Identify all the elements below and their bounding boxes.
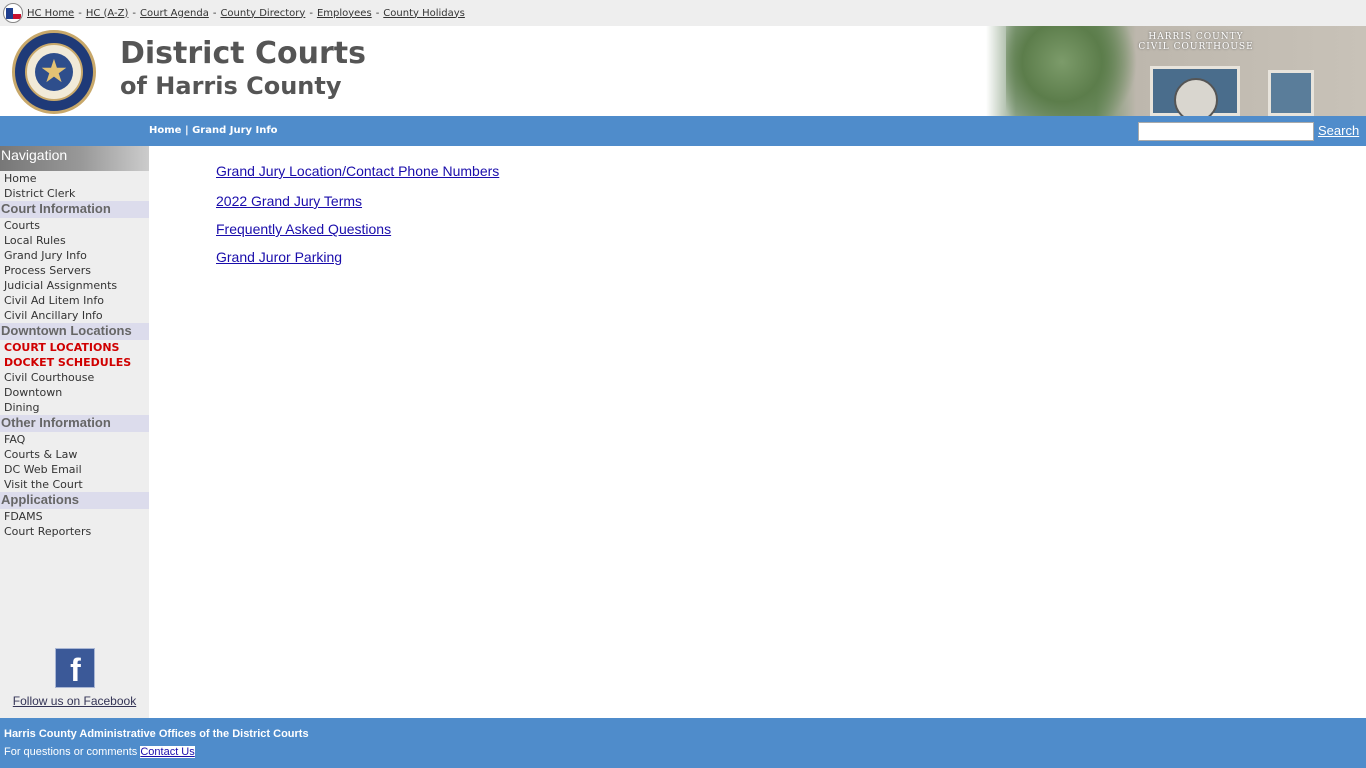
separator: -	[375, 7, 380, 19]
sidebar-item-court-locations[interactable]: COURT LOCATIONS	[0, 340, 149, 355]
courthouse-plaque: HARRIS COUNTY CIVIL COURTHOUSE	[1136, 32, 1256, 52]
sidebar-item-courts[interactable]: Courts	[0, 218, 149, 233]
sidebar-item-civil-ad-litem-info[interactable]: Civil Ad Litem Info	[0, 293, 149, 308]
window-image	[1268, 70, 1314, 116]
breadcrumb: Home | Grand Jury Info	[149, 125, 278, 136]
county-directory-link[interactable]: County Directory	[220, 8, 305, 19]
faq-link[interactable]: Frequently Asked Questions	[216, 221, 391, 237]
sidebar-heading: Navigation	[0, 146, 149, 171]
separator: -	[132, 7, 137, 19]
sidebar-section-downtown-locations: Downtown Locations	[0, 323, 149, 340]
sidebar-item-home[interactable]: Home	[0, 171, 149, 186]
sidebar-item-fdams[interactable]: FDAMS	[0, 509, 149, 524]
sidebar-item-grand-jury-info[interactable]: Grand Jury Info	[0, 248, 149, 263]
search-button[interactable]: Search	[1318, 123, 1359, 138]
breadcrumb-bar: Home | Grand Jury Info Search	[0, 116, 1366, 146]
courthouse-photo: HARRIS COUNTY CIVIL COURTHOUSE	[986, 26, 1366, 116]
facebook-block: f Follow us on Facebook	[0, 648, 149, 708]
sidebar-item-dc-web-email[interactable]: DC Web Email	[0, 462, 149, 477]
sidebar-section-applications: Applications	[0, 492, 149, 509]
footer-contact-prefix: For questions or comments	[4, 746, 138, 758]
facebook-follow-link[interactable]: Follow us on Facebook	[0, 694, 149, 708]
sidebar-item-district-clerk[interactable]: District Clerk	[0, 186, 149, 201]
clock-image	[1174, 78, 1218, 116]
county-holidays-link[interactable]: County Holidays	[383, 8, 465, 19]
sidebar-item-civil-courthouse[interactable]: Civil Courthouse	[0, 370, 149, 385]
hc-a-z-link[interactable]: HC (A-Z)	[86, 8, 129, 19]
top-links-bar: HC Home - HC (A-Z) - Court Agenda - Coun…	[0, 0, 1366, 26]
sidebar-section-other-information: Other Information	[0, 415, 149, 432]
site-header: ★ District Courts of Harris County HARRI…	[0, 26, 1366, 116]
sidebar: Navigation Home District Clerk Court Inf…	[0, 146, 149, 718]
separator: -	[212, 7, 217, 19]
seal-core: ★	[35, 53, 73, 91]
separator: -	[78, 7, 82, 19]
contact-us-link[interactable]: Contact Us	[140, 746, 195, 758]
sidebar-item-courts-and-law[interactable]: Courts & Law	[0, 447, 149, 462]
footer-contact-line: For questions or comments Contact Us	[4, 746, 195, 758]
main-content: Grand Jury Location/Contact Phone Number…	[149, 146, 1366, 718]
sidebar-item-dining[interactable]: Dining	[0, 400, 149, 415]
site-footer: Harris County Administrative Offices of …	[0, 718, 1366, 768]
grand-jury-location-link[interactable]: Grand Jury Location/Contact Phone Number…	[216, 163, 499, 179]
seal-ring: ★	[25, 43, 83, 101]
breadcrumb-home-link[interactable]: Home	[149, 125, 181, 136]
grand-jury-terms-link[interactable]: 2022 Grand Jury Terms	[216, 193, 362, 209]
plaque-line: CIVIL COURTHOUSE	[1138, 42, 1254, 52]
search-input[interactable]	[1138, 122, 1314, 141]
sidebar-item-civil-ancillary-info[interactable]: Civil Ancillary Info	[0, 308, 149, 323]
sidebar-section-court-information: Court Information	[0, 201, 149, 218]
separator: -	[309, 7, 313, 19]
sidebar-item-process-servers[interactable]: Process Servers	[0, 263, 149, 278]
sidebar-item-judicial-assignments[interactable]: Judicial Assignments	[0, 278, 149, 293]
sidebar-item-local-rules[interactable]: Local Rules	[0, 233, 149, 248]
plaque-line: HARRIS COUNTY	[1148, 32, 1244, 42]
sidebar-item-downtown[interactable]: Downtown	[0, 385, 149, 400]
site-subtitle: of Harris County	[120, 72, 342, 100]
court-agenda-link[interactable]: Court Agenda	[140, 8, 209, 19]
sidebar-item-faq[interactable]: FAQ	[0, 432, 149, 447]
sidebar-item-docket-schedules[interactable]: DOCKET SCHEDULES	[0, 355, 149, 370]
breadcrumb-separator: |	[184, 125, 189, 136]
district-courts-seal-logo: ★	[12, 30, 96, 114]
sidebar-item-court-reporters[interactable]: Court Reporters	[0, 524, 149, 539]
site-title: District Courts	[120, 36, 367, 71]
footer-org-name: Harris County Administrative Offices of …	[4, 728, 309, 740]
employees-link[interactable]: Employees	[317, 8, 372, 19]
sidebar-item-visit-the-court[interactable]: Visit the Court	[0, 477, 149, 492]
facebook-icon[interactable]: f	[54, 648, 95, 688]
tree-image	[1006, 26, 1146, 116]
grand-juror-parking-link[interactable]: Grand Juror Parking	[216, 249, 342, 265]
breadcrumb-current-link[interactable]: Grand Jury Info	[192, 125, 277, 136]
star-icon: ★	[39, 52, 69, 90]
texas-flag-icon[interactable]	[3, 3, 23, 23]
hc-home-link[interactable]: HC Home	[27, 8, 74, 19]
